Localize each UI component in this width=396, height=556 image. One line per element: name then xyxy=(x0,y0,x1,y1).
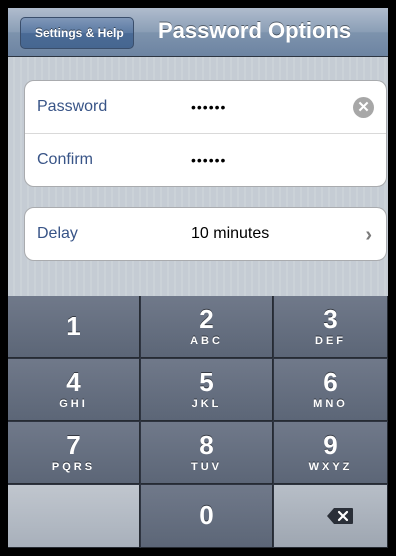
page-title: Password Options xyxy=(158,18,352,43)
clear-icon[interactable]: ✕ xyxy=(353,97,374,118)
confirm-row[interactable]: Confirm •••••• xyxy=(25,133,386,186)
key-letters: ABC xyxy=(190,335,223,347)
key-digit: 7 xyxy=(66,430,81,460)
delay-label: Delay xyxy=(37,225,78,242)
key-7[interactable]: 7 PQRS xyxy=(8,422,140,484)
key-letters: PQRS xyxy=(51,461,96,473)
key-digit: 9 xyxy=(323,430,338,460)
key-letters: GHI xyxy=(59,398,88,410)
confirm-field[interactable]: •••••• xyxy=(191,152,226,168)
key-digit: 6 xyxy=(323,367,338,397)
key-9[interactable]: 9 WXYZ xyxy=(274,422,388,484)
app-frame: Settings & Help Password Options Passwor… xyxy=(8,8,388,548)
key-letters: WXYZ xyxy=(308,461,353,473)
key-digit: 8 xyxy=(199,430,214,460)
settings-content: Password •••••• ✕ Confirm •••••• Delay 1… xyxy=(8,57,388,296)
confirm-label: Confirm xyxy=(37,151,94,168)
key-digit: 4 xyxy=(66,367,81,397)
key-8[interactable]: 8 TUV xyxy=(141,422,273,484)
key-3[interactable]: 3 DEF xyxy=(274,296,388,358)
key-digit: 2 xyxy=(199,304,214,334)
key-1[interactable]: 1 xyxy=(8,296,140,358)
key-digit: 0 xyxy=(199,500,214,530)
key-letters: DEF xyxy=(315,335,346,347)
backspace-icon xyxy=(327,508,353,524)
key-digit: 5 xyxy=(199,367,214,397)
password-group: Password •••••• ✕ Confirm •••••• xyxy=(24,80,387,187)
key-digit: 1 xyxy=(66,311,81,341)
key-digit: 3 xyxy=(323,304,338,334)
key-letters: TUV xyxy=(191,461,222,473)
key-4[interactable]: 4 GHI xyxy=(8,359,140,421)
delete-key[interactable] xyxy=(274,485,388,548)
back-button[interactable]: Settings & Help xyxy=(20,17,134,49)
password-label: Password xyxy=(37,98,108,115)
delay-row[interactable]: Delay 10 minutes › xyxy=(25,208,386,260)
delay-group: Delay 10 minutes › xyxy=(24,207,387,261)
delay-value: 10 minutes xyxy=(191,225,270,242)
key-5[interactable]: 5 JKL xyxy=(141,359,273,421)
password-row[interactable]: Password •••••• ✕ xyxy=(25,81,386,133)
key-6[interactable]: 6 MNO xyxy=(274,359,388,421)
key-letters: JKL xyxy=(191,398,222,410)
key-2[interactable]: 2 ABC xyxy=(141,296,273,358)
number-keypad: 1 2 ABC 3 DEF 4 GHI 5 JKL 6 MNO 7 PQRS 8… xyxy=(8,296,388,548)
chevron-right-icon: › xyxy=(365,224,372,246)
navigation-bar: Settings & Help Password Options xyxy=(8,8,388,57)
password-field[interactable]: •••••• xyxy=(191,99,226,115)
back-button-label: Settings & Help xyxy=(35,26,124,40)
key-0[interactable]: 0 xyxy=(141,485,273,548)
blank-key xyxy=(8,485,140,548)
key-letters: MNO xyxy=(313,398,348,410)
